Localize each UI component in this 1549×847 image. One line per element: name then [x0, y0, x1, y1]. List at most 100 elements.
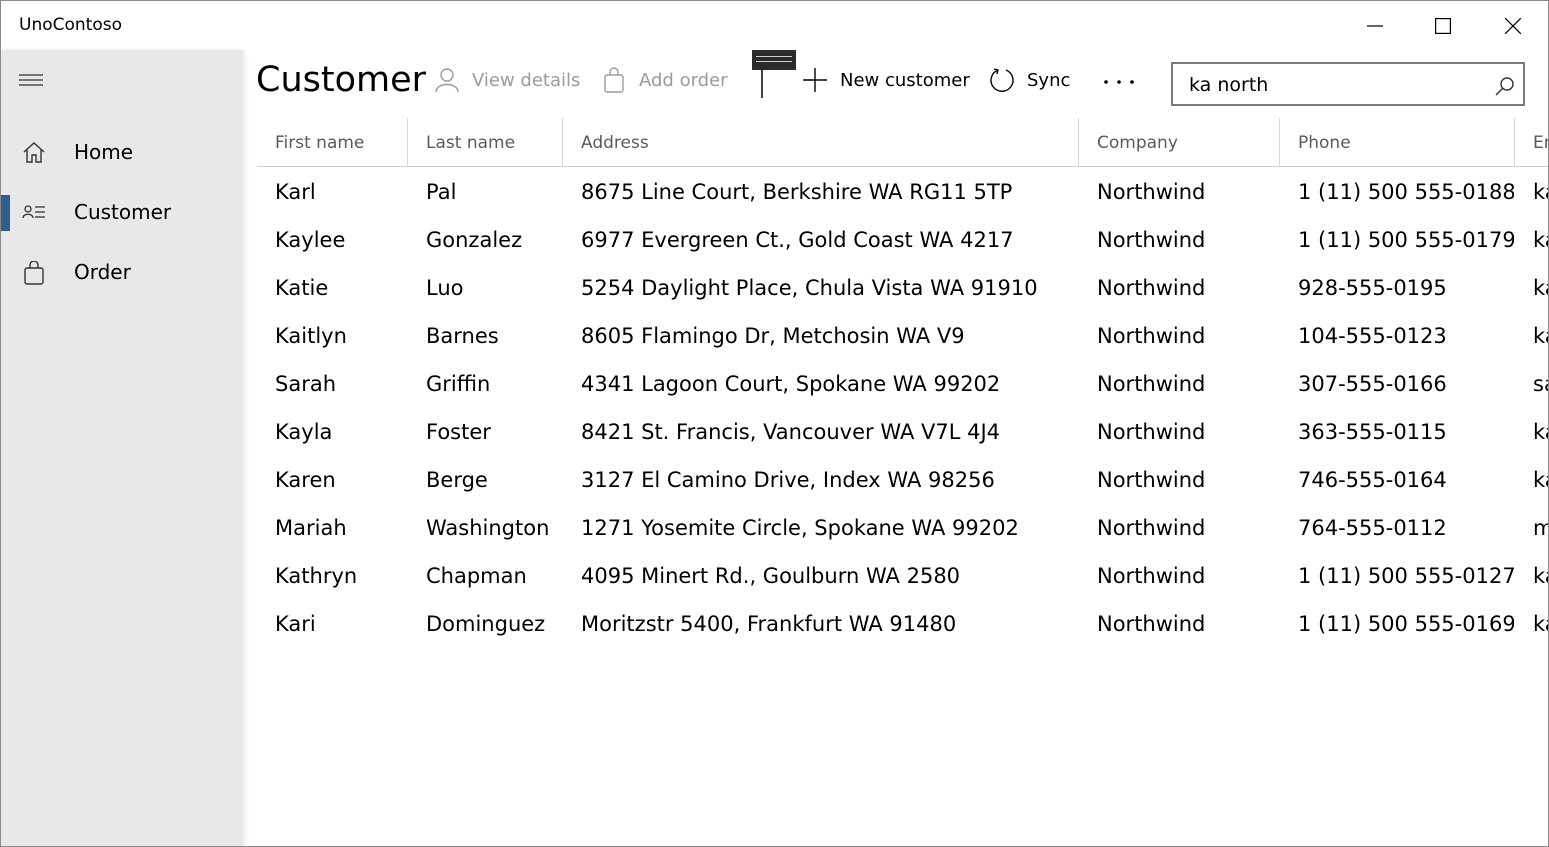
table-row[interactable]: Kaitlyn Barnes 8605 Flamingo Dr, Metchosin…: [257, 312, 1548, 360]
table-row[interactable]: Mariah Washington 1271 Yosemite Circle, Sp…: [257, 504, 1548, 552]
cell-email: sa: [1533, 372, 1548, 396]
cell-phone: 1 (11) 500 555-0169: [1298, 612, 1514, 636]
cell-last-name: Barnes: [426, 324, 499, 348]
main-content: Customer View details Add order New cust…: [244, 50, 1548, 846]
sidebar-item-order[interactable]: Order: [1, 247, 243, 299]
cell-email: ka: [1533, 468, 1548, 492]
cell-last-name: Pal: [426, 180, 457, 204]
more-icon[interactable]: [1102, 68, 1136, 94]
sidebar-item-home[interactable]: Home: [1, 127, 243, 179]
cell-email: ka: [1533, 276, 1548, 300]
cell-email: ka: [1533, 564, 1548, 588]
new-customer-button[interactable]: New customer: [802, 64, 970, 96]
cell-company: Northwind: [1097, 420, 1206, 444]
person-icon: [435, 68, 459, 93]
table-row[interactable]: Kaylee Gonzalez 6977 Evergreen Ct., Gold C…: [257, 216, 1548, 264]
cell-company: Northwind: [1097, 372, 1206, 396]
cell-address: Moritzstr 5400, Frankfurt WA 91480: [581, 612, 957, 636]
cell-company: Northwind: [1097, 276, 1206, 300]
table-row[interactable]: Karen Berge 3127 El Camino Drive, Index WA…: [257, 456, 1548, 504]
new-customer-label: New customer: [840, 69, 970, 91]
column-header-email[interactable]: Em: [1515, 118, 1548, 166]
cell-first-name: Kari: [275, 612, 316, 636]
add-order-button[interactable]: Add order: [601, 64, 728, 96]
view-details-button[interactable]: View details: [434, 64, 580, 96]
cell-company: Northwind: [1097, 516, 1206, 540]
grid-header: First name Last name Address Company Pho…: [257, 118, 1548, 167]
table-row[interactable]: Kathryn Chapman 4095 Minert Rd., Goulburn …: [257, 552, 1548, 600]
cell-first-name: Karl: [275, 180, 316, 204]
cell-phone: 1 (11) 500 555-0188: [1298, 180, 1514, 204]
table-row[interactable]: Karl Pal 8675 Line Court, Berkshire WA RG1…: [257, 168, 1548, 216]
column-header-first-name[interactable]: First name: [257, 118, 407, 166]
cell-company: Northwind: [1097, 468, 1206, 492]
customer-list-icon: [22, 205, 45, 219]
cell-company: Northwind: [1097, 564, 1206, 588]
cell-phone: 1 (11) 500 555-0179: [1298, 228, 1514, 252]
cell-address: 5254 Daylight Place, Chula Vista WA 9191…: [581, 276, 1038, 300]
sidebar: Home Customer Order: [1, 50, 243, 846]
table-row[interactable]: Sarah Griffin 4341 Lagoon Court, Spokane W…: [257, 360, 1548, 408]
cell-first-name: Kathryn: [275, 564, 358, 588]
toolbar-separator-tooltip: [752, 50, 796, 70]
title-bar: UnoContoso: [1, 1, 1548, 50]
table-row[interactable]: Kari Dominguez Moritzstr 5400, Frankfurt W…: [257, 600, 1548, 648]
cell-phone: 1 (11) 500 555-0127: [1298, 564, 1514, 588]
app-title: UnoContoso: [19, 15, 122, 35]
hamburger-icon[interactable]: [19, 70, 45, 90]
column-header-company[interactable]: Company: [1079, 118, 1279, 166]
shopping-bag-icon: [24, 261, 44, 285]
cell-last-name: Griffin: [426, 372, 491, 396]
sidebar-item-label: Order: [74, 260, 131, 284]
view-details-label: View details: [472, 69, 581, 91]
cell-last-name: Dominguez: [426, 612, 546, 636]
cell-email: ka: [1533, 612, 1548, 636]
search-icon[interactable]: [1495, 76, 1515, 96]
cell-first-name: Sarah: [275, 372, 337, 396]
cell-phone: 928-555-0195: [1298, 276, 1447, 300]
cell-address: 1271 Yosemite Circle, Spokane WA 99202: [581, 516, 1019, 540]
cell-address: 8605 Flamingo Dr, Metchosin WA V9: [581, 324, 965, 348]
minimize-button[interactable]: [1341, 1, 1409, 50]
minimize-icon: [1367, 24, 1383, 27]
cell-phone: 363-555-0115: [1298, 420, 1447, 444]
cell-first-name: Mariah: [275, 516, 347, 540]
sync-label: Sync: [1027, 69, 1071, 91]
cell-address: 8675 Line Court, Berkshire WA RG11 5TP: [581, 180, 1013, 204]
search-box[interactable]: [1171, 62, 1525, 106]
sync-icon: [990, 68, 1014, 92]
close-button[interactable]: [1479, 1, 1547, 50]
table-row[interactable]: Katie Luo 5254 Daylight Place, Chula Vista…: [257, 264, 1548, 312]
cell-first-name: Kaitlyn: [275, 324, 347, 348]
page-title: Customer: [256, 60, 427, 100]
sidebar-item-label: Home: [74, 140, 134, 164]
maximize-button[interactable]: [1409, 1, 1477, 50]
cell-company: Northwind: [1097, 612, 1206, 636]
cell-email: ka: [1533, 420, 1548, 444]
cell-first-name: Karen: [275, 468, 336, 492]
cell-phone: 764-555-0112: [1298, 516, 1447, 540]
cell-email: ka: [1533, 324, 1548, 348]
sidebar-item-customer[interactable]: Customer: [1, 187, 243, 239]
column-header-address[interactable]: Address: [563, 118, 1078, 166]
sync-button[interactable]: Sync: [989, 64, 1070, 96]
home-icon: [23, 142, 45, 163]
cell-email: m: [1515, 504, 1548, 552]
cell-email: ka: [1533, 180, 1548, 204]
cell-last-name: Berge: [426, 468, 488, 492]
cell-phone: 307-555-0166: [1298, 372, 1447, 396]
sidebar-item-label: Customer: [74, 200, 172, 224]
cell-address: 4095 Minert Rd., Goulburn WA 2580: [581, 564, 961, 588]
cell-last-name: Washington: [426, 516, 550, 540]
column-header-phone[interactable]: Phone: [1280, 118, 1514, 166]
cell-company: Northwind: [1097, 324, 1206, 348]
cell-address: 4341 Lagoon Court, Spokane WA 99202: [581, 372, 1001, 396]
cell-first-name: Kaylee: [275, 228, 346, 252]
cell-address: 6977 Evergreen Ct., Gold Coast WA 4217: [581, 228, 1014, 252]
table-row[interactable]: Kayla Foster 8421 St. Francis, Vancouver W…: [257, 408, 1548, 456]
column-header-last-name[interactable]: Last name: [408, 118, 562, 166]
maximize-icon: [1435, 17, 1451, 34]
cell-company: Northwind: [1097, 228, 1206, 252]
close-icon: [1505, 17, 1521, 34]
search-input[interactable]: [1187, 72, 1481, 98]
